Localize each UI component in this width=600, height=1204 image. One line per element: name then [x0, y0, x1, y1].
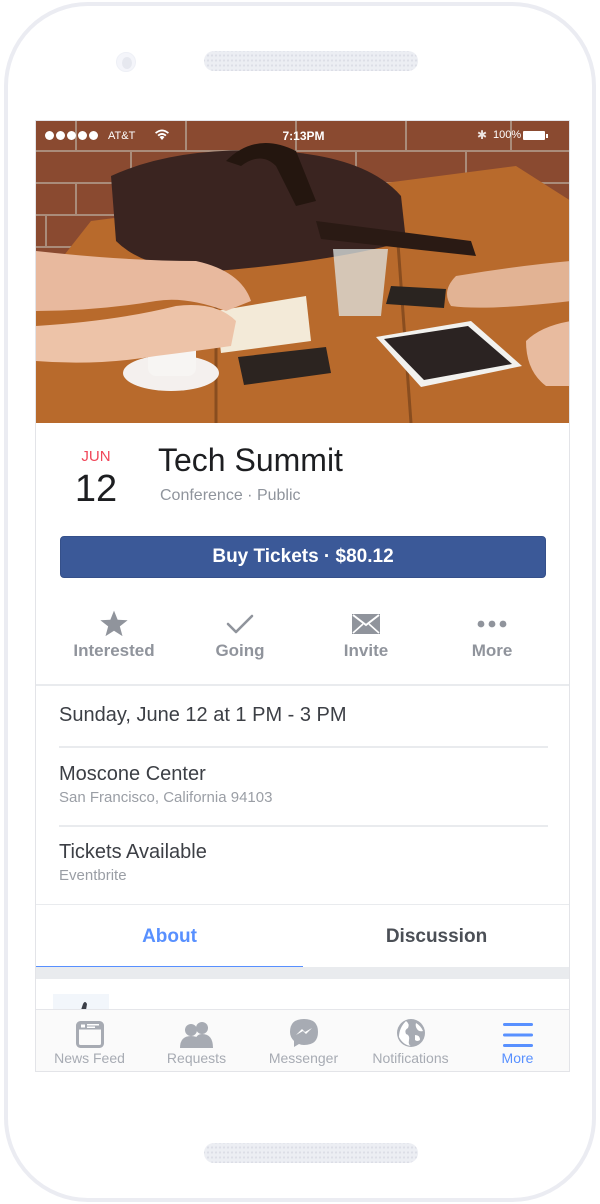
event-location-row[interactable]: Moscone Center San Francisco, California… — [59, 763, 272, 806]
tab-about[interactable]: About — [36, 905, 303, 969]
tickets-row[interactable]: Tickets Available Eventbrite — [59, 841, 207, 884]
tabbar-label: More — [501, 1050, 534, 1066]
bluetooth-icon: ✱ — [477, 128, 488, 142]
earpiece-speaker — [204, 51, 418, 71]
tabbar-label: Notifications — [372, 1050, 449, 1066]
tabbar-more[interactable]: More — [464, 1010, 569, 1071]
tabbar-label: News Feed — [54, 1050, 125, 1066]
going-label: Going — [215, 641, 265, 660]
content-separator — [36, 967, 569, 979]
tabbar-requests[interactable]: Requests — [143, 1010, 250, 1071]
messenger-icon — [250, 1010, 357, 1048]
interested-button[interactable]: Interested — [51, 607, 177, 661]
more-actions-button[interactable]: More — [429, 607, 555, 661]
event-category-privacy: Conference · Public — [160, 487, 301, 504]
bottom-speaker — [204, 1143, 418, 1163]
interested-label: Interested — [73, 641, 155, 660]
event-cover-photo: AT&T 7:13PM ✱ 100% — [36, 121, 569, 423]
bottom-tab-bar: News Feed Requests Messenger Notificatio… — [36, 1009, 569, 1071]
cover-photo-illustration — [36, 121, 569, 423]
front-camera — [116, 52, 136, 72]
status-time: 7:13PM — [282, 129, 325, 143]
tickets-source: Eventbrite — [59, 867, 127, 884]
tabbar-messenger[interactable]: Messenger — [250, 1010, 357, 1071]
tickets-title: Tickets Available — [59, 841, 207, 863]
invite-button[interactable]: Invite — [303, 607, 429, 661]
event-date-month: JUN — [81, 448, 111, 465]
battery-percent: 100% — [493, 129, 522, 141]
invite-label: Invite — [343, 641, 389, 660]
tabbar-label: Requests — [166, 1050, 227, 1066]
row-divider — [59, 746, 548, 748]
check-icon — [177, 607, 303, 641]
battery-icon — [523, 131, 548, 140]
event-date-day: 12 — [74, 468, 118, 510]
app-screen: AT&T 7:13PM ✱ 100% JUN 12 Tech Summit Co… — [35, 120, 570, 1072]
more-dots-icon — [429, 607, 555, 641]
event-datetime-row[interactable]: Sunday, June 12 at 1 PM - 3 PM — [59, 704, 347, 727]
buy-tickets-button[interactable]: Buy Tickets · $80.12 — [60, 536, 546, 578]
friend-requests-icon — [143, 1010, 250, 1048]
venue-name: Moscone Center — [59, 763, 206, 785]
event-datetime: Sunday, June 12 at 1 PM - 3 PM — [59, 704, 347, 726]
status-bar: AT&T 7:13PM ✱ 100% — [36, 121, 569, 151]
star-icon — [51, 607, 177, 641]
news-feed-icon — [36, 1010, 143, 1048]
event-tabs: About Discussion — [36, 905, 569, 969]
venue-address: San Francisco, California 94103 — [59, 789, 273, 806]
tab-discussion[interactable]: Discussion — [303, 905, 569, 969]
tabbar-news-feed[interactable]: News Feed — [36, 1010, 143, 1071]
section-divider — [36, 684, 569, 686]
event-actions: Interested Going Invite More — [51, 607, 556, 661]
globe-icon — [357, 1010, 464, 1048]
going-button[interactable]: Going — [177, 607, 303, 661]
hamburger-menu-icon — [464, 1010, 569, 1048]
tabbar-notifications[interactable]: Notifications — [357, 1010, 464, 1071]
tabbar-label: Messenger — [268, 1050, 339, 1066]
row-divider — [59, 825, 548, 827]
more-actions-label: More — [471, 641, 513, 660]
event-title: Tech Summit — [158, 442, 343, 478]
envelope-icon — [303, 607, 429, 641]
